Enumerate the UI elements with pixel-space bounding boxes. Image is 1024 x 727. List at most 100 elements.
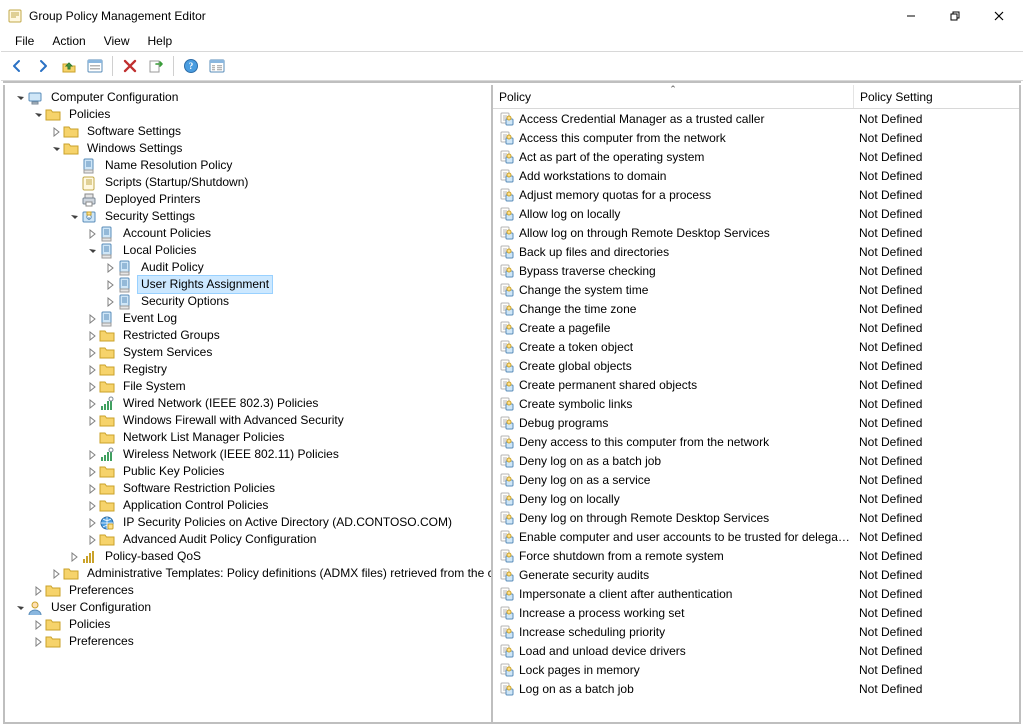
- tree-item[interactable]: User Configuration: [7, 599, 493, 616]
- toolbar-back-button[interactable]: [5, 54, 29, 78]
- policy-row[interactable]: Deny log on as a batch jobNot Defined: [493, 451, 1019, 470]
- menu-file[interactable]: File: [7, 32, 42, 50]
- policy-row[interactable]: Enable computer and user accounts to be …: [493, 527, 1019, 546]
- policy-row[interactable]: Create a token objectNot Defined: [493, 337, 1019, 356]
- expand-icon[interactable]: [103, 280, 117, 290]
- tree-item[interactable]: IP Security Policies on Active Directory…: [7, 514, 493, 531]
- tree-item[interactable]: Policies: [7, 616, 493, 633]
- expand-icon[interactable]: [49, 127, 63, 137]
- tree-item[interactable]: Deployed Printers: [7, 191, 493, 208]
- close-button[interactable]: [977, 1, 1021, 31]
- expand-icon[interactable]: [49, 569, 63, 579]
- policy-row[interactable]: Increase a process working setNot Define…: [493, 603, 1019, 622]
- toolbar-export-button[interactable]: [144, 54, 168, 78]
- policy-row[interactable]: Increase scheduling priorityNot Defined: [493, 622, 1019, 641]
- column-header-setting[interactable]: Policy Setting: [854, 85, 1019, 108]
- policy-row[interactable]: Debug programsNot Defined: [493, 413, 1019, 432]
- policy-row[interactable]: Log on as a batch jobNot Defined: [493, 679, 1019, 698]
- toolbar-help-button[interactable]: [179, 54, 203, 78]
- tree-item[interactable]: Public Key Policies: [7, 463, 493, 480]
- tree-item[interactable]: Restricted Groups: [7, 327, 493, 344]
- expand-icon[interactable]: [85, 501, 99, 511]
- tree-item[interactable]: Advanced Audit Policy Configuration: [7, 531, 493, 548]
- tree-pane[interactable]: Computer ConfigurationPoliciesSoftware S…: [5, 85, 493, 722]
- tree-item[interactable]: Policies: [7, 106, 493, 123]
- tree-item[interactable]: Windows Settings: [7, 140, 493, 157]
- expand-icon[interactable]: [103, 297, 117, 307]
- policy-row[interactable]: Create global objectsNot Defined: [493, 356, 1019, 375]
- tree-item[interactable]: Audit Policy: [7, 259, 493, 276]
- collapse-icon[interactable]: [85, 246, 99, 256]
- expand-icon[interactable]: [85, 365, 99, 375]
- tree-item[interactable]: Application Control Policies: [7, 497, 493, 514]
- policy-row[interactable]: Lock pages in memoryNot Defined: [493, 660, 1019, 679]
- expand-icon[interactable]: [85, 229, 99, 239]
- expand-icon[interactable]: [85, 535, 99, 545]
- tree-item-label[interactable]: Administrative Templates: Policy definit…: [83, 564, 493, 583]
- tree-item[interactable]: Network List Manager Policies: [7, 429, 493, 446]
- expand-icon[interactable]: [31, 586, 45, 596]
- tree-item[interactable]: Policy-based QoS: [7, 548, 493, 565]
- policy-row[interactable]: Change the system timeNot Defined: [493, 280, 1019, 299]
- menu-view[interactable]: View: [96, 32, 138, 50]
- toolbar-show-hide-tree-button[interactable]: [83, 54, 107, 78]
- tree-item[interactable]: File System: [7, 378, 493, 395]
- tree-item[interactable]: Registry: [7, 361, 493, 378]
- policy-row[interactable]: Deny access to this computer from the ne…: [493, 432, 1019, 451]
- tree-item[interactable]: Event Log: [7, 310, 493, 327]
- tree-item[interactable]: Security Options: [7, 293, 493, 310]
- collapse-icon[interactable]: [49, 144, 63, 154]
- tree-item[interactable]: System Services: [7, 344, 493, 361]
- policy-row[interactable]: Access Credential Manager as a trusted c…: [493, 109, 1019, 128]
- collapse-icon[interactable]: [67, 212, 81, 222]
- policy-row[interactable]: Deny log on locallyNot Defined: [493, 489, 1019, 508]
- policy-row[interactable]: Back up files and directoriesNot Defined: [493, 242, 1019, 261]
- collapse-icon[interactable]: [31, 110, 45, 120]
- policy-row[interactable]: Bypass traverse checkingNot Defined: [493, 261, 1019, 280]
- tree-item[interactable]: Scripts (Startup/Shutdown): [7, 174, 493, 191]
- tree-item[interactable]: Computer Configuration: [7, 89, 493, 106]
- expand-icon[interactable]: [103, 263, 117, 273]
- toolbar-up-button[interactable]: [57, 54, 81, 78]
- menu-help[interactable]: Help: [140, 32, 181, 50]
- tree-item-label[interactable]: Preferences: [65, 632, 138, 651]
- tree-item[interactable]: Security Settings: [7, 208, 493, 225]
- tree-item[interactable]: Wireless Network (IEEE 802.11) Policies: [7, 446, 493, 463]
- collapse-icon[interactable]: [13, 603, 27, 613]
- tree-item[interactable]: Preferences: [7, 582, 493, 599]
- tree-item[interactable]: Preferences: [7, 633, 493, 650]
- policy-row[interactable]: Create symbolic linksNot Defined: [493, 394, 1019, 413]
- expand-icon[interactable]: [31, 620, 45, 630]
- column-header-policy[interactable]: ⌃ Policy: [493, 85, 854, 108]
- expand-icon[interactable]: [31, 637, 45, 647]
- tree-item[interactable]: Administrative Templates: Policy definit…: [7, 565, 493, 582]
- expand-icon[interactable]: [85, 348, 99, 358]
- tree-item[interactable]: Windows Firewall with Advanced Security: [7, 412, 493, 429]
- toolbar-delete-button[interactable]: [118, 54, 142, 78]
- expand-icon[interactable]: [85, 314, 99, 324]
- expand-icon[interactable]: [85, 484, 99, 494]
- policy-row[interactable]: Allow log on through Remote Desktop Serv…: [493, 223, 1019, 242]
- policy-row[interactable]: Act as part of the operating systemNot D…: [493, 147, 1019, 166]
- policy-row[interactable]: Generate security auditsNot Defined: [493, 565, 1019, 584]
- collapse-icon[interactable]: [13, 93, 27, 103]
- policy-row[interactable]: Change the time zoneNot Defined: [493, 299, 1019, 318]
- policy-row[interactable]: Impersonate a client after authenticatio…: [493, 584, 1019, 603]
- expand-icon[interactable]: [85, 382, 99, 392]
- expand-icon[interactable]: [85, 450, 99, 460]
- policy-row[interactable]: Create a pagefileNot Defined: [493, 318, 1019, 337]
- maximize-button[interactable]: [933, 1, 977, 31]
- tree-item[interactable]: User Rights Assignment: [7, 276, 493, 293]
- expand-icon[interactable]: [85, 518, 99, 528]
- policy-row[interactable]: Adjust memory quotas for a processNot De…: [493, 185, 1019, 204]
- tree-item[interactable]: Software Restriction Policies: [7, 480, 493, 497]
- policy-row[interactable]: Allow log on locallyNot Defined: [493, 204, 1019, 223]
- tree-item[interactable]: Account Policies: [7, 225, 493, 242]
- policy-row[interactable]: Add workstations to domainNot Defined: [493, 166, 1019, 185]
- toolbar-forward-button[interactable]: [31, 54, 55, 78]
- expand-icon[interactable]: [67, 552, 81, 562]
- tree-item[interactable]: Software Settings: [7, 123, 493, 140]
- menu-action[interactable]: Action: [44, 32, 93, 50]
- policy-row[interactable]: Create permanent shared objectsNot Defin…: [493, 375, 1019, 394]
- policy-row[interactable]: Force shutdown from a remote systemNot D…: [493, 546, 1019, 565]
